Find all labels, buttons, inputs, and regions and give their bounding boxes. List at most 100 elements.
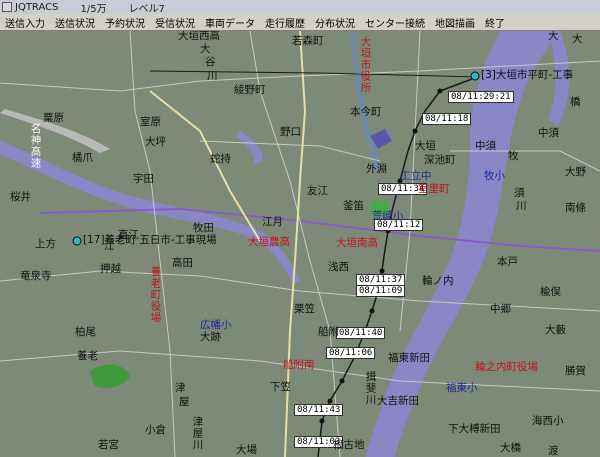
place-label: 友江 (307, 185, 328, 197)
place-label: 橘爪 (72, 152, 93, 164)
place-label: 綾野町 (234, 84, 266, 96)
place-label: 大 (548, 31, 559, 42)
place-label: 宇田 (133, 173, 154, 185)
place-label: 中郷 (490, 303, 511, 315)
place-label: 下大榑新田 (448, 423, 501, 435)
menu-vehicle-data[interactable]: 車両データ (200, 15, 260, 30)
place-label: 直江 (118, 229, 139, 241)
place-label: 大垣西高 (178, 31, 220, 42)
place-label: 深池町 (424, 154, 456, 166)
place-label: 室里町 (418, 183, 450, 195)
timestamp-label: 08/11:09 (356, 285, 406, 297)
app-title: JQTRACS (15, 1, 59, 13)
place-label: 屋 (179, 396, 190, 408)
menu-send-status[interactable]: 送信状況 (50, 15, 100, 30)
place-label: 牧小 (484, 170, 505, 182)
place-label: 本戸 (497, 256, 518, 268)
place-label: 柏尾 (75, 326, 96, 338)
place-label: 桜井 (10, 191, 31, 203)
place-label: 牧田 (193, 222, 214, 234)
menu-send-input[interactable]: 送信入力 (0, 15, 50, 30)
map-canvas[interactable]: [3]大垣市平町-工事 [17]養老町 五日市-工事現場 08/11:29:21… (0, 31, 600, 457)
menu-receive-status[interactable]: 受信状況 (150, 15, 200, 30)
place-label: 大 (200, 43, 211, 55)
place-label: 広幡小 (200, 319, 232, 331)
place-label: 江 (104, 240, 115, 252)
menu-distribution[interactable]: 分布状況 (310, 15, 360, 30)
place-label: 津屋川 (191, 416, 204, 451)
place-label: 須 (514, 187, 525, 199)
place-label: 中須 (538, 127, 559, 139)
place-label: 野口 (280, 126, 301, 138)
place-label: 押越 (100, 263, 121, 275)
map-scale: 1/5万 (80, 3, 107, 15)
place-label: 輪之内町役場 (475, 361, 538, 373)
place-label: 大坪 (145, 136, 166, 148)
place-label: 大野 (565, 166, 586, 178)
menu-bar: 送信入力 送信状況 予約状況 受信状況 車両データ 走行履歴 分布状況 センター… (0, 14, 600, 31)
place-label: 川 (207, 70, 218, 82)
place-label: 勝賀 (565, 365, 586, 377)
place-label: 本今町 (350, 106, 382, 118)
vehicle-label-1[interactable]: [3]大垣市平町-工事 (481, 70, 573, 81)
place-label: 養老町役場 (149, 266, 162, 324)
menu-center-connect[interactable]: センター接続 (360, 15, 430, 30)
place-label: 浅西 (328, 261, 349, 273)
timestamp-label: 08/11:43 (294, 404, 344, 416)
place-label: 津 (175, 382, 186, 394)
timestamp-label: 08/11:18 (422, 113, 472, 125)
timestamp-label: 08/11:40 (336, 327, 386, 339)
place-label: 大橋 (500, 442, 521, 454)
place-label: 橋 (570, 96, 581, 108)
place-label: 川 (516, 200, 527, 212)
menu-travel-history[interactable]: 走行履歴 (260, 15, 310, 30)
place-label: 大垣市役所 (359, 36, 372, 94)
place-label: 大垣農高 (248, 236, 290, 248)
place-label: 小倉 (145, 424, 166, 436)
place-label: 高田 (172, 257, 193, 269)
place-label: 下笠 (270, 381, 291, 393)
place-label: 大跡 (200, 331, 221, 343)
place-label: 船附 (318, 326, 339, 338)
place-label: 福東新田 (388, 352, 430, 364)
place-label: 工立中 (400, 170, 432, 182)
place-label: 竜泉寺 (20, 270, 52, 282)
title-bar: JQTRACS 1/5万 レベル7 (0, 0, 600, 15)
place-label: 大吉新田 (377, 395, 419, 407)
place-label: 谷 (205, 56, 216, 68)
place-label: 外淵 (366, 163, 387, 175)
vehicle-marker-2[interactable] (72, 236, 82, 246)
vehicle-marker-1[interactable] (470, 71, 480, 81)
place-label: 養老 (77, 350, 98, 362)
place-label: 楡俣 (540, 286, 561, 298)
place-label: 大場 (236, 444, 257, 456)
map-level: レベル7 (128, 3, 165, 15)
place-label: 名神高速 (29, 123, 42, 169)
place-label: 輪ノ内 (422, 275, 454, 287)
place-label: 大 (572, 33, 583, 45)
place-label: 大藪 (545, 324, 566, 336)
place-label: 牧 (508, 150, 519, 162)
place-label: 大垣南高 (336, 237, 378, 249)
timestamp-label: 08/11:29:21 (448, 91, 514, 103)
place-label: 海西小 (532, 415, 564, 427)
place-label: 上方 (35, 238, 56, 250)
menu-exit[interactable]: 終了 (480, 15, 510, 30)
place-label: 粟原 (43, 112, 64, 124)
place-label: 揖斐川 (364, 371, 377, 406)
place-label: 大垣 (415, 140, 436, 152)
place-label: 中須 (475, 140, 496, 152)
place-label: 若宮 (98, 439, 119, 451)
timestamp-label: 08/11:06 (326, 347, 376, 359)
place-label: 根古地 (333, 439, 365, 451)
place-label: 船附南 (283, 359, 315, 371)
place-label: 室原 (140, 116, 161, 128)
place-label: 荒崎小 (372, 210, 404, 222)
app-icon (2, 2, 12, 12)
menu-reservation-status[interactable]: 予約状況 (100, 15, 150, 30)
menu-map-draw[interactable]: 地図描画 (430, 15, 480, 30)
place-label: 福東小 (446, 382, 478, 394)
place-label: 釜笛 (343, 200, 364, 212)
place-label: 江月 (262, 216, 283, 228)
place-label: 南條 (565, 202, 586, 214)
